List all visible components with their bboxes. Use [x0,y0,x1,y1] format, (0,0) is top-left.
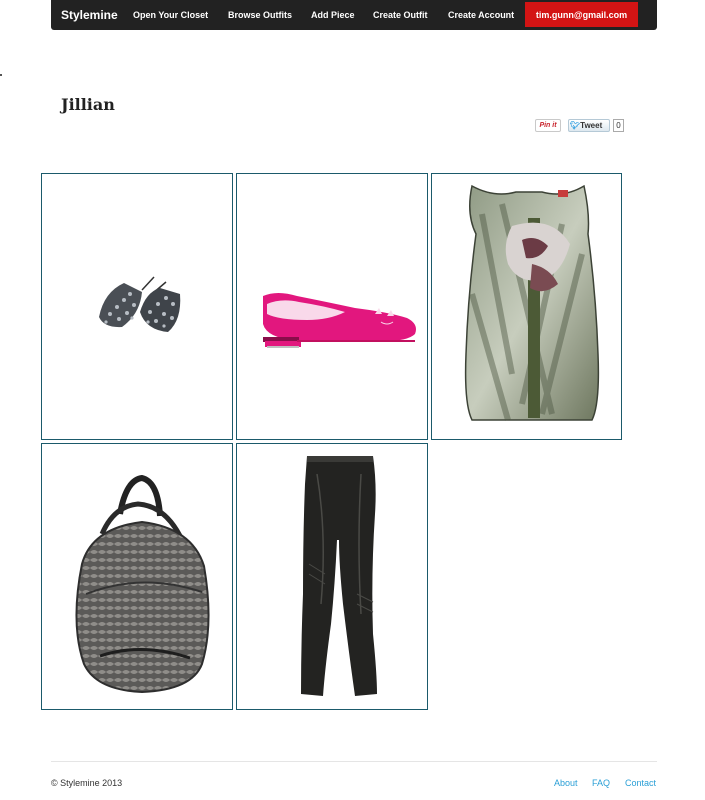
piece-card-snakeskin-bag[interactable] [41,443,233,710]
stray-dot [0,74,2,76]
tweet-count-badge: 0 [613,119,624,132]
piece-card-earrings[interactable] [41,173,233,440]
brand-logo[interactable]: Stylemine [61,8,118,22]
nav-create-outfit[interactable]: Create Outfit [373,10,428,20]
snakeskin-bag-image [75,474,210,694]
leather-leggings-image [301,456,377,696]
user-account-button[interactable]: tim.gunn@gmail.com [525,2,638,27]
nav-add-piece[interactable]: Add Piece [311,10,355,20]
tweet-button[interactable]: 🐦︎Tweet [568,119,610,132]
footer-copyright: © Stylemine 2013 [51,778,123,788]
piece-card-leather-leggings[interactable] [236,443,428,710]
twitter-bird-icon: 🐦︎ [570,121,581,130]
piece-card-printed-top[interactable] [431,173,622,440]
pink-flats-image [263,293,416,348]
nav-browse-outfits[interactable]: Browse Outfits [228,10,292,20]
pinterest-pin-button[interactable]: Pin it [535,119,561,132]
outfit-title: Jillian [61,95,115,114]
footer-link-contact[interactable]: Contact [625,778,656,788]
top-navbar: Stylemine Open Your Closet Browse Outfit… [51,0,657,30]
printed-top-image [464,184,600,421]
earrings-image [99,276,181,332]
nav-open-your-closet[interactable]: Open Your Closet [133,10,208,20]
piece-card-pink-flats[interactable] [236,173,428,440]
footer-link-faq[interactable]: FAQ [592,778,610,788]
footer-divider [51,761,657,762]
tweet-label: Tweet [580,121,603,130]
nav-create-account[interactable]: Create Account [448,10,514,20]
footer-link-about[interactable]: About [554,778,578,788]
